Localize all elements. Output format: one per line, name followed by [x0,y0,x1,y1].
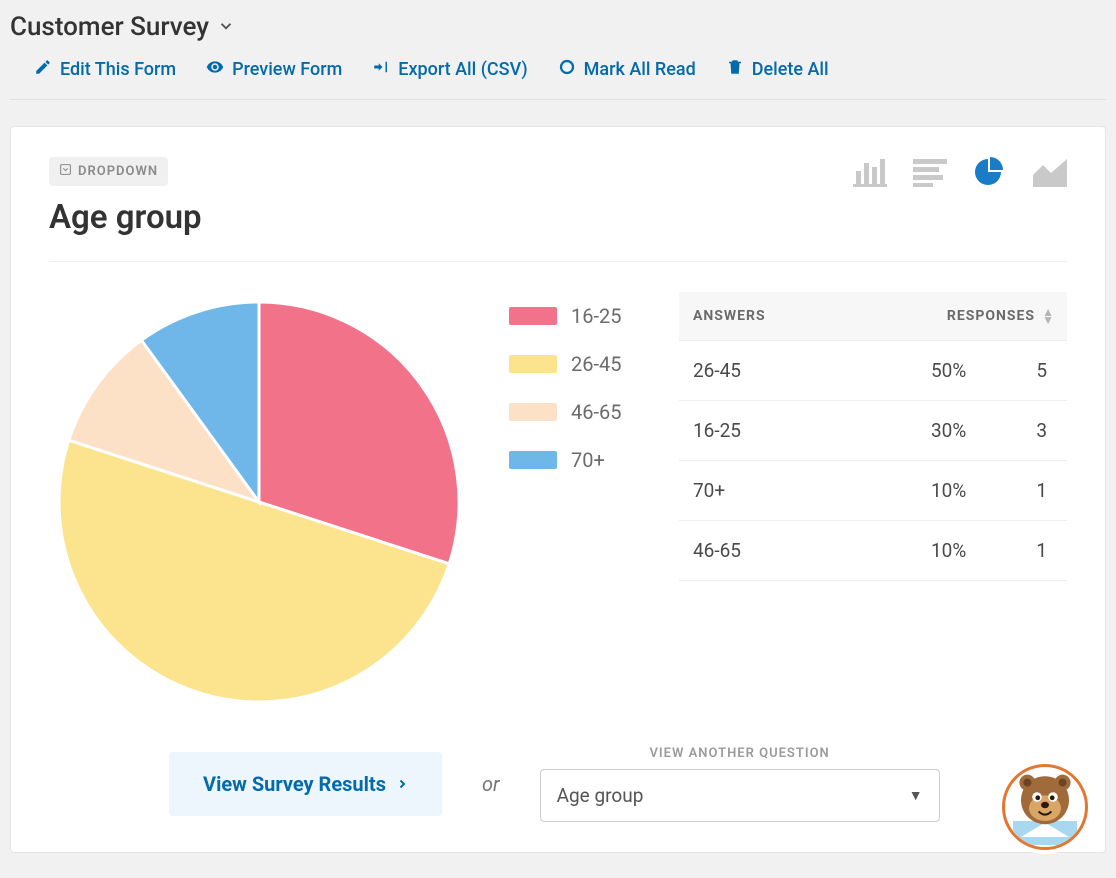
legend-label: 26-45 [571,352,622,376]
answer-cell: 70+ [679,461,917,521]
or-separator: or [482,772,500,796]
horizontal-bar-toggle[interactable] [913,157,947,191]
view-another-question: VIEW ANOTHER QUESTION Age group ▼ [540,746,940,822]
bar-chart-toggle[interactable] [853,157,887,191]
legend-item: 16-25 [509,304,659,328]
delete-all-label: Delete All [752,59,829,80]
bear-mascot-icon [1005,765,1085,849]
form-actions: Edit This Form Preview Form Export All (… [10,42,1106,100]
mark-all-read-link[interactable]: Mark All Read [558,58,696,81]
circle-icon [558,58,576,81]
percent-cell: 10% [917,521,1007,581]
card-footer: View Survey Results or VIEW ANOTHER QUES… [49,746,1067,822]
chart-legend: 16-25 26-45 46-65 70+ [509,282,659,496]
eye-icon [206,58,224,81]
export-csv-link[interactable]: Export All (CSV) [372,58,527,81]
preview-form-label: Preview Form [232,59,342,80]
question-select-value: Age group [557,784,644,807]
answer-cell: 46-65 [679,521,917,581]
legend-item: 26-45 [509,352,659,376]
table-row: 70+10%1 [679,461,1067,521]
page-header: Customer Survey Edit This Form Preview F… [0,0,1116,100]
legend-swatch [509,307,557,325]
field-type-label: DROPDOWN [78,164,158,179]
legend-label: 46-65 [571,400,622,424]
preview-form-link[interactable]: Preview Form [206,58,342,81]
responses-header[interactable]: RESPONSES ▲▼ [917,292,1067,341]
question-select[interactable]: Age group ▼ [540,769,940,822]
edit-form-link[interactable]: Edit This Form [34,58,176,81]
field-type-badge: DROPDOWN [49,157,168,186]
count-cell: 3 [1007,401,1067,461]
count-cell: 1 [1007,461,1067,521]
percent-cell: 30% [917,401,1007,461]
pie-chart-icon [973,157,1007,191]
answer-cell: 26-45 [679,341,917,401]
dropdown-badge-icon [59,163,72,180]
area-chart-icon [1033,157,1067,191]
chevron-down-icon [217,12,235,42]
answer-cell: 16-25 [679,401,917,461]
mark-all-read-label: Mark All Read [584,59,696,80]
legend-swatch [509,403,557,421]
view-survey-results-button[interactable]: View Survey Results [169,752,442,816]
view-results-label: View Survey Results [203,772,386,796]
form-title-text: Customer Survey [10,12,209,42]
answers-header[interactable]: ANSWERS [679,292,917,341]
results-table: ANSWERS RESPONSES ▲▼ 26-4550%516-2530%37… [679,292,1067,581]
question-title: Age group [49,198,1067,262]
table-row: 16-2530%3 [679,401,1067,461]
caret-down-icon: ▼ [909,787,923,804]
question-card: DROPDOWN Age group [10,126,1106,853]
edit-form-label: Edit This Form [60,59,176,80]
pie-chart-toggle[interactable] [973,157,1007,191]
help-mascot-button[interactable] [1002,764,1088,850]
form-selector[interactable]: Customer Survey [10,12,235,42]
table-row: 26-4550%5 [679,341,1067,401]
export-csv-label: Export All (CSV) [398,59,527,80]
pie-chart [49,282,489,716]
legend-swatch [509,451,557,469]
count-cell: 1 [1007,521,1067,581]
legend-item: 46-65 [509,400,659,424]
chevron-right-icon [396,772,408,796]
legend-label: 70+ [571,448,605,472]
view-another-question-label: VIEW ANOTHER QUESTION [540,746,940,761]
legend-label: 16-25 [571,304,622,328]
percent-cell: 10% [917,461,1007,521]
table-header-row: ANSWERS RESPONSES ▲▼ [679,292,1067,341]
area-chart-toggle[interactable] [1033,157,1067,191]
bar-chart-icon [853,157,887,191]
trash-icon [726,58,744,81]
horizontal-bar-icon [913,157,947,191]
legend-swatch [509,355,557,373]
content-row: 16-25 26-45 46-65 70+ ANSWERS RESPONSES [49,282,1067,716]
sort-icon: ▲▼ [1042,308,1055,324]
legend-item: 70+ [509,448,659,472]
export-icon [372,58,390,81]
responses-header-label: RESPONSES [947,308,1035,324]
pencil-icon [34,58,52,81]
delete-all-link[interactable]: Delete All [726,58,829,81]
percent-cell: 50% [917,341,1007,401]
count-cell: 5 [1007,341,1067,401]
table-row: 46-6510%1 [679,521,1067,581]
chart-type-toggles [853,157,1067,191]
